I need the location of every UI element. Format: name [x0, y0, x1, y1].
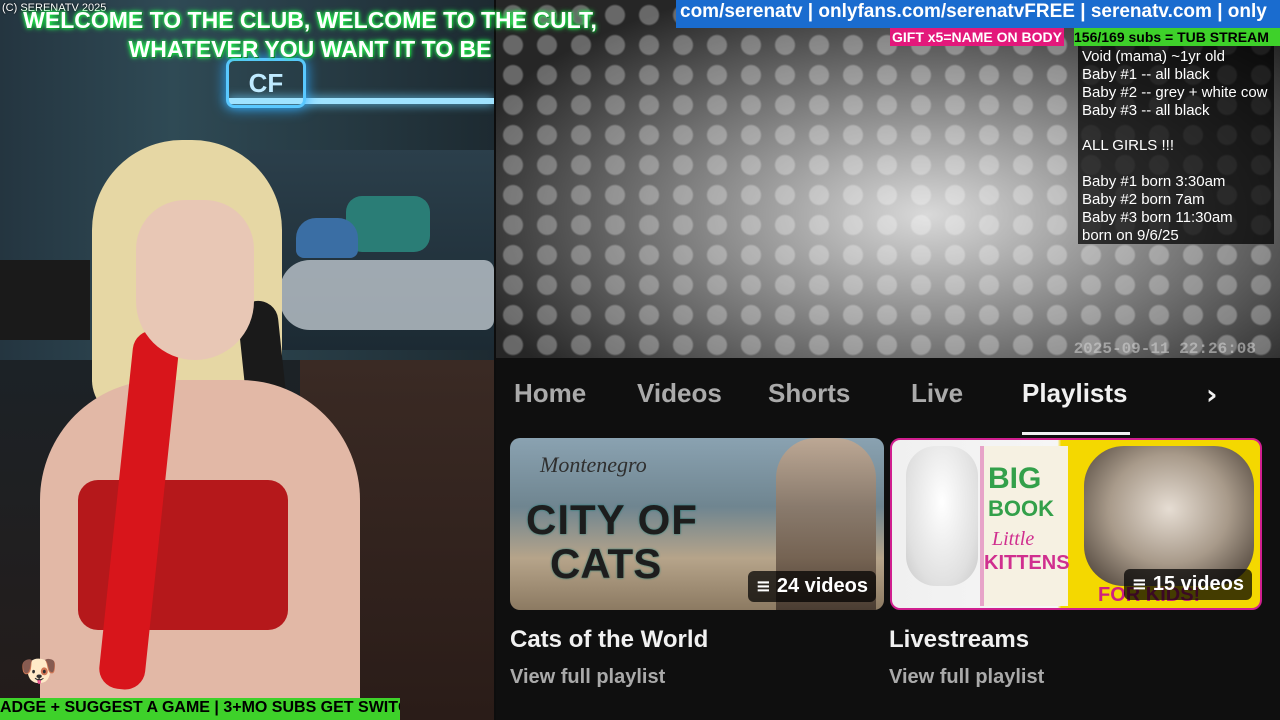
- dog-icon: 🐶: [20, 655, 58, 688]
- thumbnail-book-title-little: Little: [992, 528, 1035, 550]
- info-line: Baby #1 born 3:30am: [1082, 173, 1226, 190]
- video-count: 24 videos: [776, 575, 868, 597]
- video-count-badge: ≡ 15 videos: [1123, 569, 1252, 600]
- thumbnail-kitten-tabby: [1084, 446, 1254, 586]
- thumbnail-title-line1: CITY OF: [526, 496, 698, 543]
- playlist-icon: ≡: [1131, 574, 1147, 595]
- info-line: Baby #3 born 11:30am: [1082, 209, 1233, 226]
- info-line: born on 9/6/25: [1082, 227, 1179, 244]
- streamer-face: [136, 200, 254, 360]
- view-full-playlist-link[interactable]: View full playlist: [510, 666, 665, 689]
- welcome-line-2: WHATEVER YOU WANT IT TO BE: [128, 36, 492, 62]
- tab-videos[interactable]: Videos: [637, 378, 722, 409]
- webcam-shelf: [0, 260, 90, 340]
- tab-shorts[interactable]: Shorts: [768, 378, 850, 409]
- welcome-line-1: WELCOME TO THE CLUB, WELCOME TO THE CULT…: [23, 7, 597, 33]
- bottom-ticker: ADGE + SUGGEST A GAME | 3+MO SUBS GET SW…: [0, 698, 400, 720]
- webcam-sheet: [280, 260, 494, 330]
- chevron-right-icon[interactable]: ›: [1206, 378, 1218, 411]
- top-ticker-text: com/serenatv | onlyfans.com/serenatvFREE…: [680, 1, 1267, 22]
- tab-live[interactable]: Live: [911, 378, 963, 409]
- video-count-badge: ≡ 24 videos: [747, 571, 876, 602]
- top-ticker: com/serenatv | onlyfans.com/serenatvFREE…: [676, 0, 1280, 28]
- thumbnail-book-title-big: BIG: [988, 462, 1042, 495]
- info-line: Baby #2 -- grey + white cow: [1082, 84, 1268, 101]
- active-tab-indicator: [1022, 432, 1130, 435]
- kitten-info-panel: Void (mama) ~1yr old Baby #1 -- all blac…: [1078, 46, 1274, 244]
- welcome-banner: WELCOME TO THE CLUB, WELCOME TO THE CULT…: [0, 6, 620, 64]
- bottom-ticker-text: ADGE + SUGGEST A GAME | 3+MO SUBS GET SW…: [0, 699, 400, 716]
- info-line: Baby #2 born 7am: [1082, 191, 1205, 208]
- webcam-pillow-2: [296, 218, 358, 258]
- neon-logo-sign: CF: [226, 58, 306, 108]
- info-line: Baby #1 -- all black: [1082, 66, 1210, 83]
- playlist-thumbnail-cats-of-the-world[interactable]: Montenegro CITY OF CATS ≡ 24 videos: [510, 438, 884, 610]
- camera-timestamp: 2025-09-11 22:26:08: [1073, 340, 1256, 358]
- thumbnail-book-title-kittens: KITTENS: [984, 552, 1070, 574]
- webcam-feed: CF 🐶: [0, 0, 494, 720]
- info-line: Baby #3 -- all black: [1082, 102, 1210, 119]
- webcam-pillow: [346, 196, 430, 252]
- playlist-icon: ≡: [755, 576, 771, 597]
- thumbnail-place-text: Montenegro: [540, 452, 647, 477]
- tab-playlists[interactable]: Playlists: [1022, 378, 1128, 409]
- playlist-title[interactable]: Cats of the World: [510, 626, 708, 654]
- subs-goal-banner: 156/169 subs = TUB STREAM: [1074, 28, 1280, 46]
- tab-home[interactable]: Home: [514, 378, 586, 409]
- thumbnail-kitten-white: [906, 446, 978, 586]
- view-full-playlist-link[interactable]: View full playlist: [889, 666, 1044, 689]
- playlist-title[interactable]: Livestreams: [889, 626, 1029, 654]
- video-count: 15 videos: [1152, 573, 1244, 595]
- gift-banner: GIFT x5=NAME ON BODY: [890, 28, 1064, 46]
- playlist-thumbnail-livestreams[interactable]: BIG BOOK Little KITTENS FOR KIDS! ≡ 15 v…: [890, 438, 1262, 610]
- thumbnail-title-line2: CATS: [550, 540, 662, 587]
- info-line: Void (mama) ~1yr old: [1082, 48, 1225, 65]
- info-line: ALL GIRLS !!!: [1082, 137, 1174, 154]
- channel-tabs: Home Videos Shorts Live Playlists: [496, 358, 1280, 436]
- thumbnail-book-title-book: BOOK: [988, 496, 1054, 521]
